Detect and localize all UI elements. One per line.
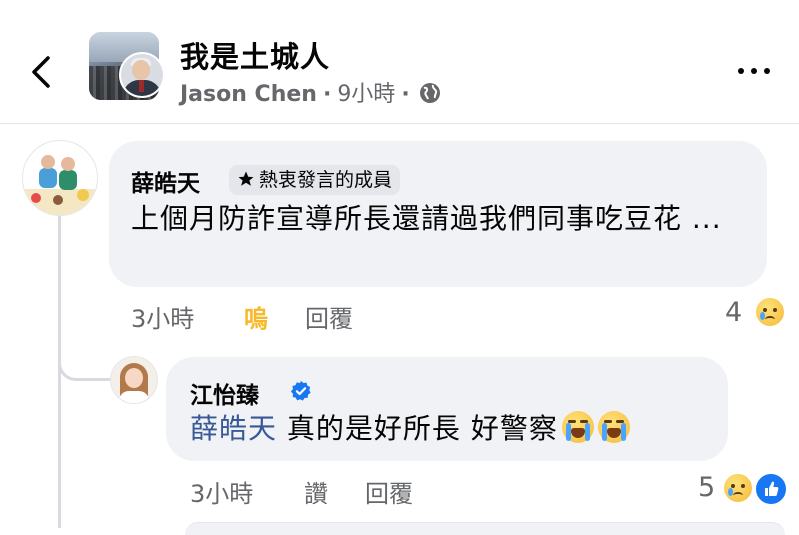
header-divider	[0, 123, 799, 124]
post-meta: Jason Chen · 9小時 ·	[180, 76, 442, 108]
thumbs-up-icon	[765, 481, 779, 496]
reply-text-body: 真的是好所長 好警察	[286, 412, 558, 445]
member-badge-label: 熱衷發言的成員	[259, 169, 393, 191]
globe-icon	[419, 83, 440, 103]
commenter-name[interactable]: 薛皓天	[131, 164, 200, 198]
verified-badge-icon	[290, 380, 311, 401]
sad-emoji-icon[interactable]	[722, 472, 754, 504]
reply-button[interactable]: 回覆	[305, 299, 353, 334]
reply-author-name[interactable]: 江怡臻	[190, 376, 259, 410]
reaction-button[interactable]: 嗚	[244, 299, 268, 334]
sad-emoji-icon[interactable]	[754, 296, 786, 328]
next-comment-edge	[185, 522, 785, 535]
comment-time[interactable]: 3小時	[131, 299, 194, 334]
crying-emoji-icon	[561, 411, 594, 443]
like-button[interactable]: 讚	[304, 474, 328, 509]
reaction-count[interactable]: 4	[725, 297, 742, 328]
meta-separator: ·	[401, 82, 410, 107]
reply-time[interactable]: 3小時	[190, 474, 253, 509]
author-avatar[interactable]	[119, 52, 165, 98]
post-time[interactable]: 9小時	[337, 82, 395, 107]
like-icon[interactable]	[754, 472, 788, 506]
group-name[interactable]: 我是土城人	[180, 34, 330, 76]
reply-text: 薛皓天 真的是好所長 好警察	[190, 410, 630, 448]
back-button[interactable]	[22, 52, 62, 92]
mention-link[interactable]: 薛皓天	[190, 412, 277, 445]
crying-emoji-icon	[597, 411, 630, 443]
reply-avatar[interactable]	[110, 356, 158, 404]
more-horizontal-icon	[738, 68, 744, 74]
more-options-button[interactable]	[734, 62, 774, 82]
author-name[interactable]: Jason Chen	[180, 82, 317, 107]
thread-branch	[58, 300, 113, 381]
meta-separator: ·	[322, 82, 332, 107]
reply-button[interactable]: 回覆	[365, 474, 413, 509]
member-badge[interactable]: 熱衷發言的成員	[229, 165, 401, 195]
star-icon	[238, 171, 254, 186]
chevron-left-icon	[32, 56, 50, 88]
commenter-avatar[interactable]	[22, 140, 98, 216]
reaction-count[interactable]: 5	[698, 472, 715, 503]
comment-text: 上個月防詐宣導所長還請過我們同事吃豆花 ...	[131, 202, 722, 235]
